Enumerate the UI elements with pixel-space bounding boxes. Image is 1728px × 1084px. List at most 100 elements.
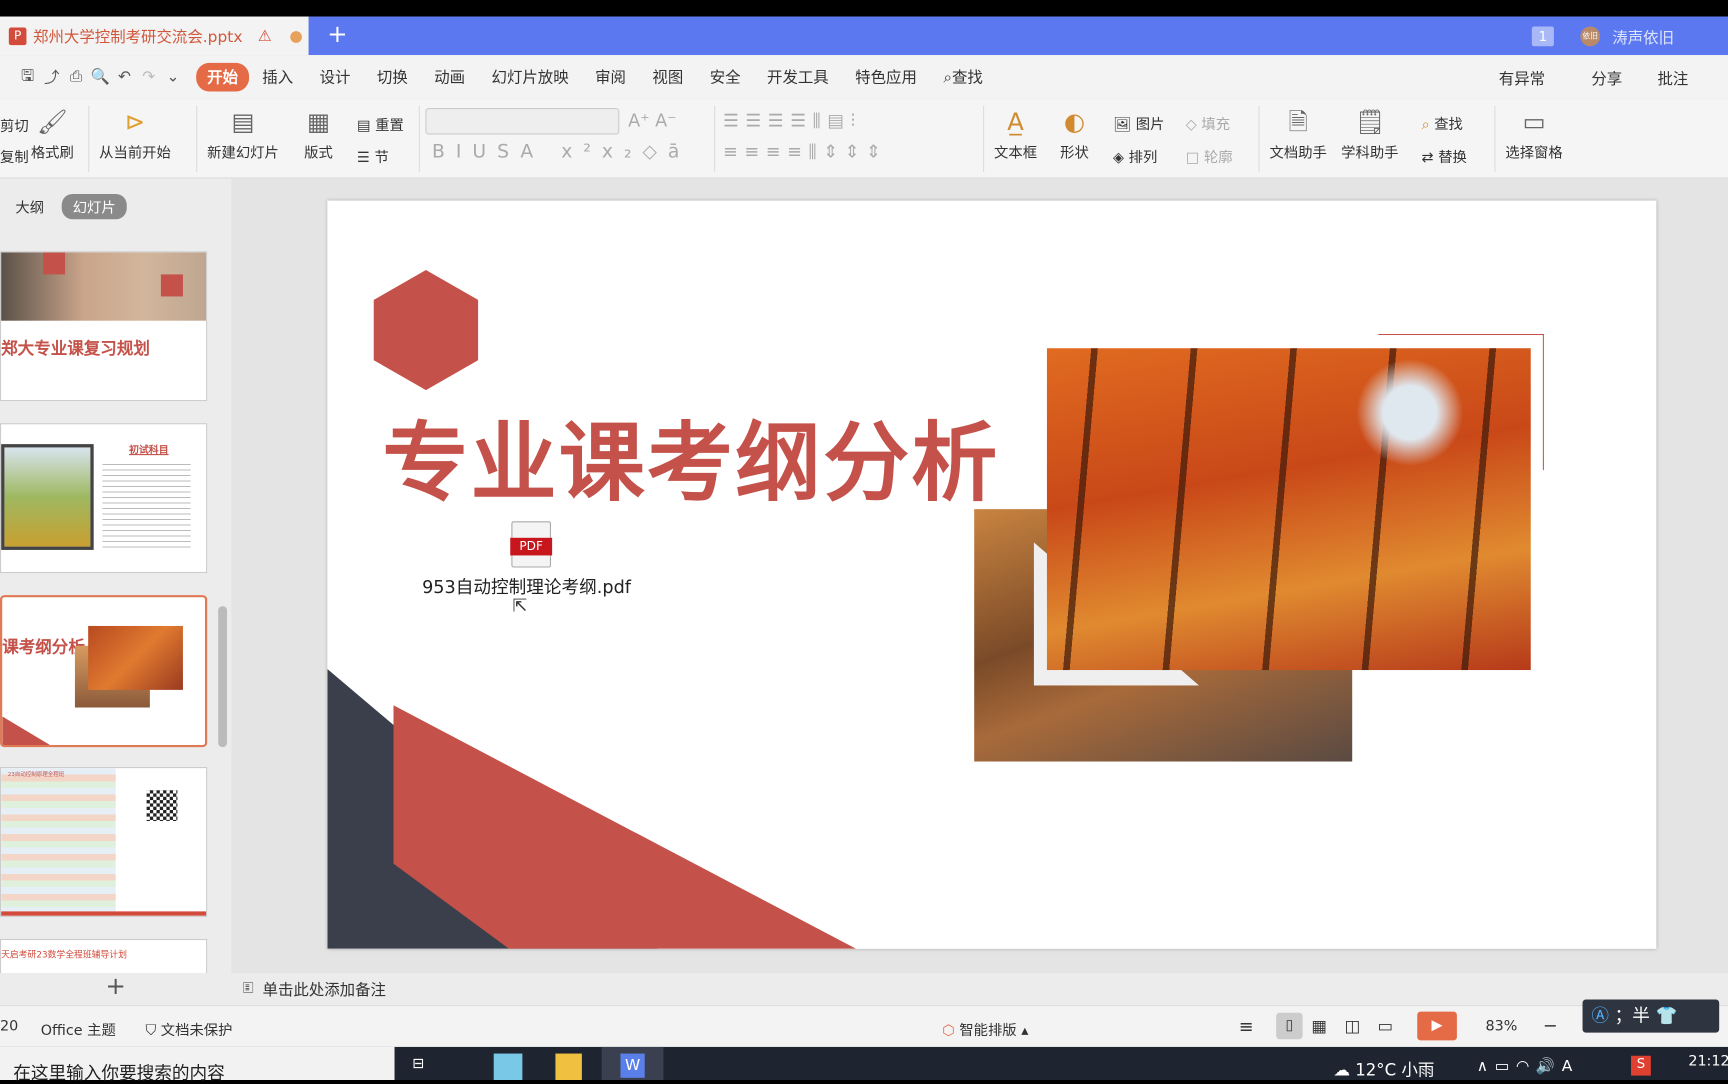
find-button[interactable]: ⌕ 查找	[1421, 112, 1463, 134]
reset-button[interactable]: ▤ 重置	[357, 114, 404, 135]
smart-layout-icon: ⬡	[942, 1022, 955, 1040]
wps-taskbar-button[interactable]: W	[601, 1046, 664, 1080]
new-slide-button[interactable]: ▤ 新建幻灯片	[207, 106, 279, 162]
slide-thumbnail[interactable]: 初试科目	[0, 423, 208, 574]
notes-placeholder[interactable]: 单击此处添加备注	[263, 978, 386, 1000]
layout-button[interactable]: ▦ 版式	[304, 106, 333, 162]
font-size-increase-icon[interactable]: A⁺ A⁻	[628, 110, 676, 131]
comment-button[interactable]: 批注	[1657, 67, 1688, 89]
new-tab-button[interactable]: +	[327, 21, 347, 49]
picture-button[interactable]: 🖼 图片	[1113, 112, 1164, 134]
menu-developer[interactable]: 开发工具	[754, 66, 842, 88]
pdf-file-icon[interactable]: PDF	[510, 521, 553, 568]
doc-assistant-button[interactable]: 🗎 文档助手	[1270, 106, 1327, 162]
export-icon[interactable]: ⤴	[40, 66, 64, 88]
font-format-icons[interactable]: BIUSA x²x₂◇ā	[432, 141, 690, 163]
play-slideshow-button[interactable]: ▶	[1417, 1011, 1457, 1041]
smart-layout-button[interactable]: ⬡ 智能排版 ▴	[942, 1018, 1028, 1040]
menu-design[interactable]: 设计	[306, 66, 363, 88]
save-icon[interactable]: 🖫	[15, 64, 39, 90]
taskbar-search[interactable]: 在这里输入你要搜索的内容	[0, 1046, 395, 1083]
arrange-button[interactable]: ◈ 排列	[1113, 145, 1157, 167]
add-slide-button[interactable]: +	[0, 973, 232, 1006]
menu-animation[interactable]: 动画	[421, 66, 478, 88]
menu-special[interactable]: 特色应用	[842, 66, 930, 88]
play-circle-icon: ⊳	[124, 109, 146, 137]
panel-scrollbar[interactable]	[218, 606, 228, 748]
section-button[interactable]: ☰ 节	[357, 145, 389, 167]
menu-insert[interactable]: 插入	[249, 66, 306, 88]
menu-security[interactable]: 安全	[696, 66, 753, 88]
tray-icons[interactable]: ∧▭◠🔊A	[1477, 1058, 1579, 1076]
zoom-out-button[interactable]: −	[1543, 1015, 1558, 1036]
slide-thumbnail[interactable]: 郑大专业课复习规划	[0, 251, 208, 402]
zoom-level[interactable]: 83%	[1486, 1018, 1518, 1035]
more-chevron-icon[interactable]: ⌄	[161, 68, 185, 86]
fill-button[interactable]: ◇ 填充	[1186, 112, 1230, 134]
weather[interactable]: ☁ 12°C 小雨	[1333, 1058, 1434, 1081]
cloud-icon: ☁	[1333, 1060, 1350, 1080]
theme-name[interactable]: Office 主题	[41, 1018, 116, 1040]
undo-icon[interactable]: ↶	[112, 68, 136, 86]
from-current-button[interactable]: ⊳ 从当前开始	[99, 106, 171, 162]
ime-icon: Ⓐ	[1591, 1005, 1609, 1026]
selection-pane-button[interactable]: ▭ 选择窗格	[1505, 106, 1562, 162]
menu-slideshow[interactable]: 幻灯片放映	[478, 66, 582, 88]
menu-view[interactable]: 视图	[639, 66, 696, 88]
sorter-view-icon[interactable]: ▦	[1311, 1016, 1327, 1036]
notes-toggle-icon[interactable]: ≡	[1239, 1016, 1254, 1037]
paragraph-icons[interactable]: ☰☰☰☰⫼▤⫶	[723, 110, 862, 132]
replace-button[interactable]: ⇄ 替换	[1421, 145, 1467, 167]
task-view-icon[interactable]: ⊟	[412, 1056, 424, 1073]
warning-icon[interactable]: ⚠	[258, 27, 272, 45]
cut-button[interactable]: 剪切	[0, 115, 29, 136]
presenter-view-icon[interactable]: ▭	[1378, 1016, 1394, 1036]
tab-slides[interactable]: 幻灯片	[61, 193, 127, 220]
protect-status[interactable]: ⛉ 文档未保护	[145, 1018, 232, 1040]
anomaly-button[interactable]: 有异常	[1499, 67, 1545, 89]
layout-icon: ▦	[307, 109, 330, 137]
slide-canvas[interactable]: 专业课考纲分析 PDF 953自动控制理论考纲.pdf ⇱	[327, 200, 1657, 949]
textbox-button[interactable]: A̲ 文本框	[994, 106, 1037, 162]
font-selector[interactable]	[425, 107, 620, 135]
wps-icon: W	[620, 1053, 645, 1078]
outline-button[interactable]: □ 轮廓	[1186, 145, 1233, 167]
reading-view-icon[interactable]: ◫	[1344, 1016, 1360, 1036]
slide-thumbnail-selected[interactable]: 课考纲分析	[0, 595, 208, 748]
slide-thumbnail[interactable]: 23自动控制原理全程班	[0, 767, 208, 917]
ime-toolbar[interactable]: Ⓐ ；半 👕	[1582, 999, 1720, 1033]
menu-home[interactable]: 开始	[196, 62, 250, 92]
notes-bar[interactable]: 🗉 单击此处添加备注	[231, 973, 1728, 1006]
sogou-icon[interactable]: S	[1631, 1055, 1651, 1076]
menu-search[interactable]: ⌕查找	[930, 66, 996, 88]
menu-review[interactable]: 审阅	[582, 66, 639, 88]
pptx-icon: P	[8, 26, 27, 45]
align-icons[interactable]: ≡≡≡≡⫼⇕⇕⇕	[723, 141, 887, 163]
status-bar: 20 Office 主题 ⛉ 文档未保护 ⬡ 智能排版 ▴ ≡ ▯ ▦ ◫ ▭ …	[0, 999, 1728, 1047]
redo-icon[interactable]: ↷	[137, 68, 161, 86]
slide-thumbnail[interactable]: 天启考研23数学全程班辅导计划	[0, 938, 208, 974]
print-preview-icon[interactable]: 🔍	[88, 68, 112, 86]
shield-icon: ⛉	[145, 1022, 157, 1040]
find-icon: ⌕	[1421, 116, 1430, 134]
replace-icon: ⇄	[1421, 149, 1434, 167]
clock[interactable]: 21:12	[1688, 1054, 1728, 1071]
search-icon: ⌕	[943, 69, 952, 88]
window-count-badge[interactable]: 1	[1531, 26, 1554, 47]
tab-outline[interactable]: 大纲	[15, 196, 44, 218]
print-icon[interactable]: ⎙	[64, 68, 88, 86]
share-button[interactable]: 分享	[1591, 67, 1622, 89]
copy-button[interactable]: 复制	[0, 145, 29, 167]
app-icon[interactable]	[493, 1053, 523, 1080]
user-name[interactable]: 涛声依旧	[1612, 26, 1674, 48]
file-explorer-icon[interactable]	[555, 1053, 582, 1080]
slide-title[interactable]: 专业课考纲分析	[382, 395, 999, 518]
avatar[interactable]: 依旧	[1580, 26, 1601, 47]
shape-button[interactable]: ◐ 形状	[1060, 106, 1089, 162]
menu-transitions[interactable]: 切换	[364, 66, 421, 88]
normal-view-icon[interactable]: ▯	[1276, 1012, 1303, 1040]
format-painter-button[interactable]: 🖌 格式刷	[31, 106, 74, 162]
document-tab[interactable]: P 郑州大学控制考研交流会.pptx ⚠ ●	[0, 16, 309, 56]
subject-assistant-button[interactable]: 🗒 学科助手	[1341, 106, 1398, 162]
qr-code-icon	[146, 790, 178, 822]
